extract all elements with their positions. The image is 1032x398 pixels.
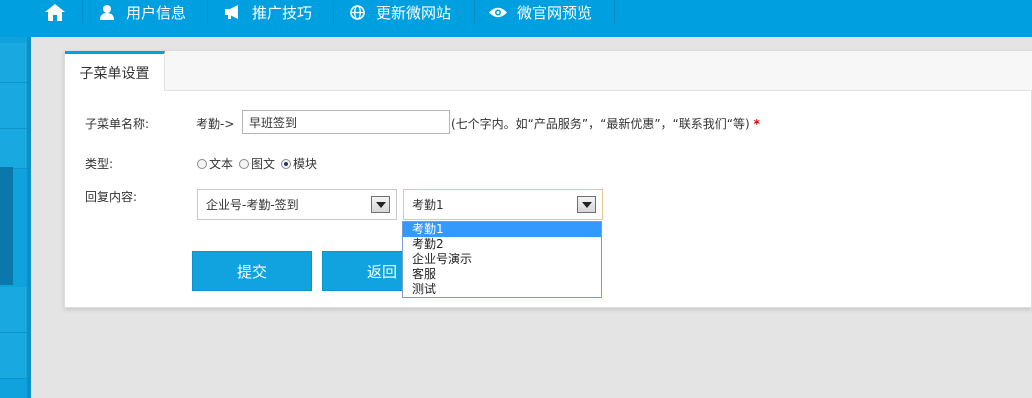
radio-label: 图文 xyxy=(251,157,276,171)
submit-button[interactable]: 提交 xyxy=(192,251,312,291)
sidebar-edge xyxy=(27,37,31,398)
reply-module-dropdown-list: 考勤1 考勤2 企业号演示 客服 测试 xyxy=(402,221,602,298)
sidebar-active-marker xyxy=(0,167,13,285)
input-value: 早班签到 xyxy=(249,115,298,130)
dropdown-arrow-icon[interactable] xyxy=(371,196,390,213)
dropdown-arrow-icon[interactable] xyxy=(577,196,596,213)
home-icon xyxy=(44,3,65,21)
submenu-name-input[interactable]: 早班签到 xyxy=(242,110,450,134)
nav-label: 用户信息 xyxy=(126,3,187,22)
required-mark: * xyxy=(753,117,760,131)
radio-button[interactable] xyxy=(239,158,250,169)
megaphone-icon xyxy=(224,3,242,21)
name-hint: (七个字内。如“产品服务”，“最新优惠”，“联系我们“等) * xyxy=(451,115,760,132)
select-value: 企业号-考勤-签到 xyxy=(206,198,299,212)
hint-text: (七个字内。如“产品服务”，“最新优惠”，“联系我们“等) xyxy=(451,117,750,131)
radio-module[interactable]: 模块 xyxy=(281,155,317,172)
globe-icon xyxy=(348,3,366,21)
dropdown-option[interactable]: 客服 xyxy=(403,267,601,282)
name-label: 子菜单名称: xyxy=(85,117,150,131)
dropdown-option-selected[interactable]: 考勤1 xyxy=(403,222,601,237)
type-radio-group: 文本 图文 模块 xyxy=(197,155,323,172)
nav-site-preview[interactable]: 微官网预览 xyxy=(475,0,615,24)
nav-update-microsite[interactable]: 更新微网站 xyxy=(334,0,475,24)
tab-submenu-settings[interactable]: 子菜单设置 xyxy=(65,51,165,91)
nav-label: 推广技巧 xyxy=(252,3,313,22)
radio-button-selected[interactable] xyxy=(281,158,292,169)
eye-icon xyxy=(489,3,507,21)
reply-module-select[interactable]: 考勤1 xyxy=(403,189,603,220)
user-icon xyxy=(98,3,116,21)
radio-button[interactable] xyxy=(197,158,207,169)
radio-label: 模块 xyxy=(293,157,318,171)
nav-label: 微官网预览 xyxy=(517,3,593,22)
left-sidebar xyxy=(0,37,31,398)
nav-user-info[interactable]: 用户信息 xyxy=(84,0,208,24)
radio-image-text[interactable]: 图文 xyxy=(239,155,275,172)
home-nav-button[interactable] xyxy=(27,0,83,24)
radio-label: 文本 xyxy=(209,157,234,171)
select-value: 考勤1 xyxy=(412,198,444,212)
name-prefix: 考勤-> xyxy=(196,117,235,131)
dropdown-option[interactable]: 企业号演示 xyxy=(403,252,601,267)
nav-label: 更新微网站 xyxy=(376,3,452,22)
type-label: 类型: xyxy=(85,157,114,171)
tab-bar: 子菜单设置 xyxy=(65,51,1032,91)
nav-promotion-tips[interactable]: 推广技巧 xyxy=(208,0,334,24)
dropdown-option[interactable]: 考勤2 xyxy=(403,237,601,252)
reply-category-select[interactable]: 企业号-考勤-签到 xyxy=(197,189,397,220)
top-navigation: 用户信息 推广技巧 更新微网站 微官网预览 xyxy=(0,0,1032,37)
radio-text[interactable]: 文本 xyxy=(197,155,233,172)
dropdown-option[interactable]: 测试 xyxy=(403,282,601,297)
reply-label: 回复内容: xyxy=(85,190,138,204)
